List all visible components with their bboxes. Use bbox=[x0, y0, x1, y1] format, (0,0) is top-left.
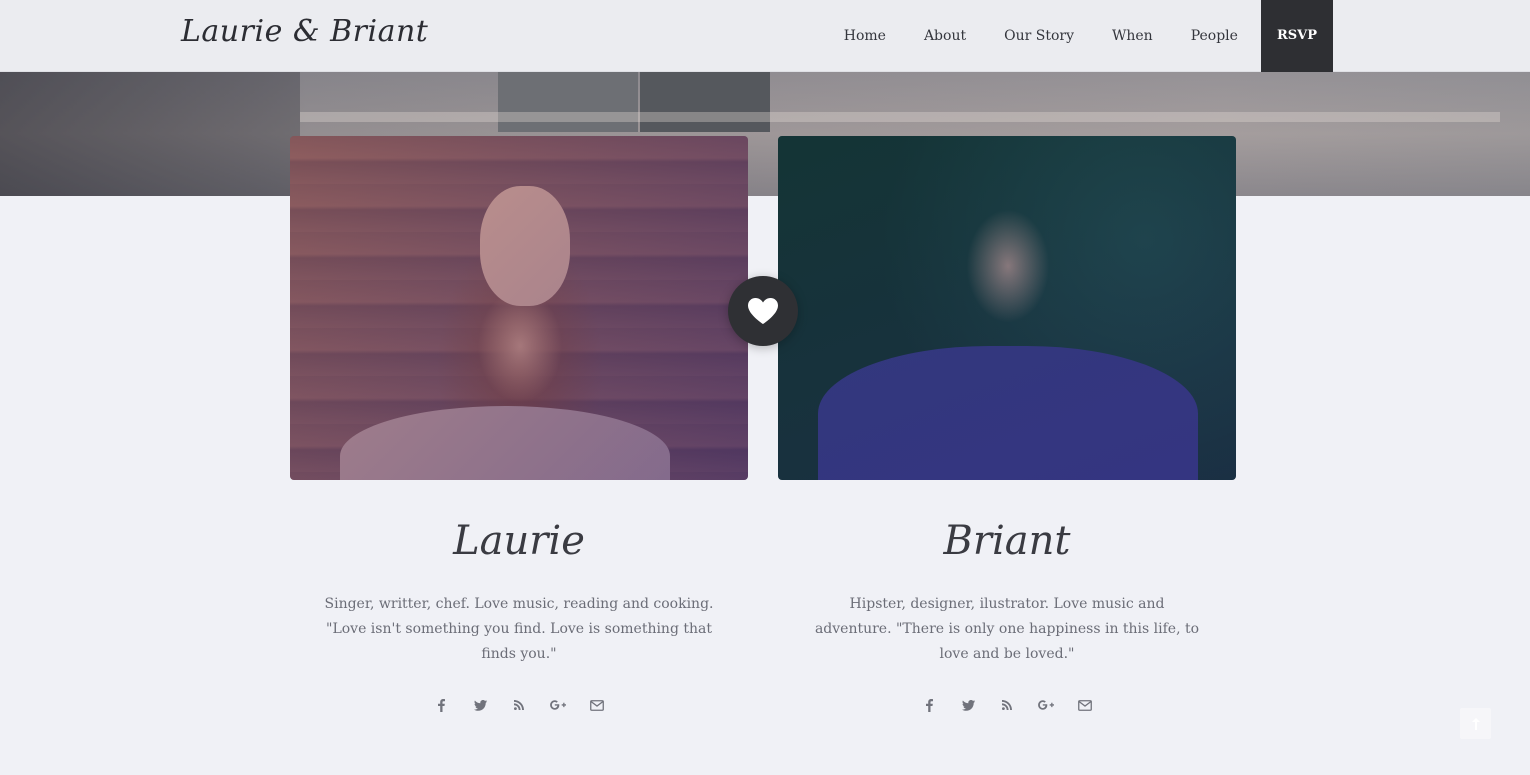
laurie-social-links bbox=[430, 694, 625, 716]
nav-rsvp-button[interactable]: RSVP bbox=[1260, 0, 1333, 72]
laurie-name: Laurie bbox=[453, 518, 585, 564]
hero-ledge bbox=[300, 112, 1500, 122]
twitter-icon[interactable] bbox=[469, 694, 491, 716]
hero-figure bbox=[498, 72, 638, 132]
envelope-icon[interactable] bbox=[1074, 694, 1096, 716]
briant-bio: Hipster, designer, ilustrator. Love musi… bbox=[814, 596, 1200, 662]
briant-social-links bbox=[918, 694, 1113, 716]
heart-badge bbox=[728, 276, 798, 346]
nav-home[interactable]: Home bbox=[825, 0, 905, 72]
rss-icon[interactable] bbox=[508, 694, 530, 716]
nav-our-story[interactable]: Our Story bbox=[985, 0, 1093, 72]
laurie-photo bbox=[290, 136, 748, 480]
briant-photo bbox=[778, 136, 1236, 480]
hero-background bbox=[0, 72, 1530, 196]
site-logo[interactable]: Laurie & Briant bbox=[181, 14, 428, 49]
google-plus-icon[interactable] bbox=[1035, 694, 1057, 716]
main-nav: Home About Our Story When People RSVP bbox=[825, 0, 1333, 72]
laurie-bio: Singer, writter, chef. Love music, readi… bbox=[324, 596, 714, 662]
twitter-icon[interactable] bbox=[957, 694, 979, 716]
arrow-up-icon bbox=[1471, 717, 1480, 730]
back-to-top-button[interactable] bbox=[1460, 708, 1491, 739]
facebook-icon[interactable] bbox=[430, 694, 452, 716]
facebook-icon[interactable] bbox=[918, 694, 940, 716]
nav-when[interactable]: When bbox=[1093, 0, 1172, 72]
nav-people[interactable]: People bbox=[1172, 0, 1257, 72]
hero-shade bbox=[0, 72, 300, 196]
navbar: Laurie & Briant Home About Our Story Whe… bbox=[0, 0, 1530, 72]
briant-name: Briant bbox=[943, 518, 1071, 564]
heart-icon bbox=[748, 298, 778, 324]
envelope-icon[interactable] bbox=[586, 694, 608, 716]
nav-about[interactable]: About bbox=[905, 0, 985, 72]
rss-icon[interactable] bbox=[996, 694, 1018, 716]
hero-figure bbox=[640, 72, 770, 132]
google-plus-icon[interactable] bbox=[547, 694, 569, 716]
